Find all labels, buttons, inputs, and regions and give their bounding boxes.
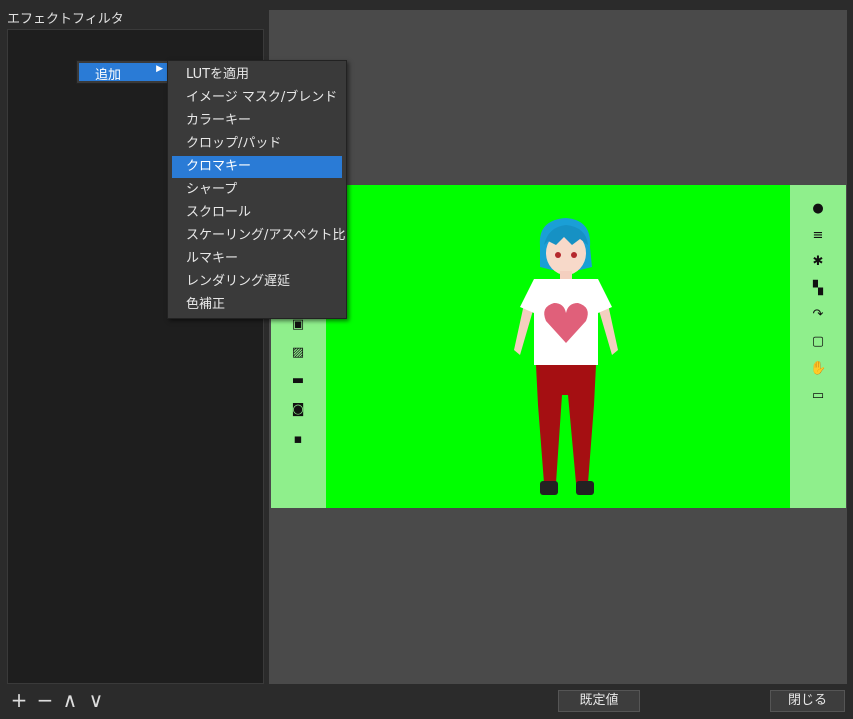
camera-stand-icon[interactable]: ▣ [290,317,306,333]
image-icon[interactable]: ▨ [290,345,306,361]
menu-item-luma-key[interactable]: ルマキー [172,248,342,270]
filter-type-menu: LUTを適用 イメージ マスク/ブレンド カラーキー クロップ/パッド クロマキ… [167,60,347,319]
add-menu-label: 追加 [95,68,122,83]
menu-item-scroll[interactable]: スクロール [172,202,342,224]
add-menu-item[interactable]: 追加 ▶ [76,60,174,84]
menu-item-color-correction[interactable]: 色補正 [172,294,342,316]
sliders-icon[interactable]: ≡ [810,228,826,244]
move-up-button[interactable]: ∧ [59,689,81,711]
menu-item-lut[interactable]: LUTを適用 [172,64,342,86]
submenu-arrow-icon: ▶ [156,64,163,74]
camera-icon[interactable]: ◙ [290,402,306,418]
filters-title: エフェクトフィルタ [7,12,124,27]
book-icon[interactable]: ▭ [810,388,826,404]
move-down-button[interactable]: ∨ [85,689,107,711]
portrait-icon[interactable]: ▢ [810,334,826,350]
sofa-icon[interactable]: ▬ [290,373,306,389]
menu-item-crop-pad[interactable]: クロップ/パッド [172,133,342,155]
video-camera-icon[interactable]: ▪ [290,432,306,448]
add-filter-button[interactable]: + [8,689,30,711]
hand-icon[interactable]: ✋ [810,361,826,377]
avatar-character [514,218,618,495]
stand-icon[interactable]: ▚ [810,281,826,297]
close-button[interactable]: 閉じる [770,690,845,712]
remove-filter-button[interactable]: − [34,689,56,711]
menu-item-sharpen[interactable]: シャープ [172,179,342,201]
menu-item-color-key[interactable]: カラーキー [172,110,342,132]
defaults-button[interactable]: 既定値 [558,690,640,712]
rotate-icon[interactable]: ↷ [810,307,826,323]
menu-item-chroma-key[interactable]: クロマキー [172,156,342,178]
person-icon[interactable]: ● [810,201,826,217]
gear-icon[interactable]: ✱ [810,254,826,270]
menu-item-scaling[interactable]: スケーリング/アスペクト比 [172,225,345,247]
menu-item-image-mask[interactable]: イメージ マスク/ブレンド [172,87,342,109]
menu-item-render-delay[interactable]: レンダリング遅延 [172,271,342,293]
